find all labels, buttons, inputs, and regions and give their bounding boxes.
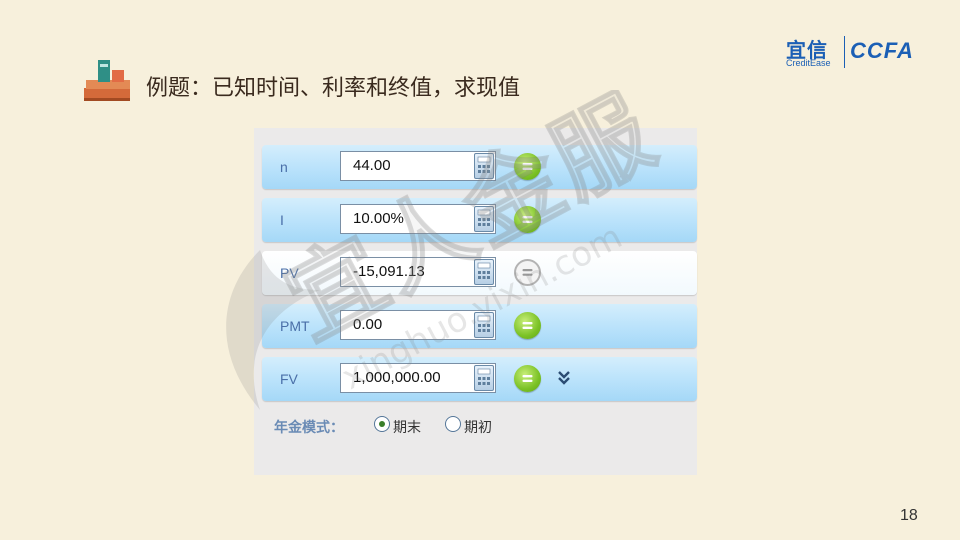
annuity-mode-label: 年金模式： xyxy=(274,420,344,436)
row-label-pmt: PMT xyxy=(280,318,310,334)
row-pv: PV -15,091.13 xyxy=(262,251,697,295)
pmt-input[interactable]: 0.00 xyxy=(340,310,496,340)
row-label-i: I xyxy=(280,212,284,228)
calculator-icon[interactable] xyxy=(474,153,494,179)
row-fv: FV 1,000,000.00 xyxy=(262,357,697,401)
row-label-n: n xyxy=(280,159,288,175)
calculator-icon[interactable] xyxy=(474,312,494,338)
radio-end-of-period[interactable] xyxy=(374,416,390,432)
radio-selected-dot xyxy=(379,421,385,427)
logo-ccfa: CCFA xyxy=(850,38,914,63)
logo-creditease-en: CreditEase xyxy=(786,58,831,68)
equals-icon[interactable] xyxy=(514,365,541,392)
radio-label-begin: 期初 xyxy=(464,420,492,436)
pv-input[interactable]: -15,091.13 xyxy=(340,257,496,287)
equals-icon[interactable] xyxy=(514,206,541,233)
page-number: 18 xyxy=(900,507,918,524)
tvm-calculator-panel: n 44.00 I 10.00% PV -15,091.13 PMT 0.00 … xyxy=(254,128,697,475)
row-i: I 10.00% xyxy=(262,198,697,242)
calculator-icon[interactable] xyxy=(474,259,494,285)
radio-label-end: 期末 xyxy=(393,420,421,436)
row-label-pv: PV xyxy=(280,265,299,281)
calculator-icon[interactable] xyxy=(474,365,494,391)
n-input[interactable]: 44.00 xyxy=(340,151,496,181)
row-n: n 44.00 xyxy=(262,145,697,189)
brand-logo: 宜信 CreditEase CCFA xyxy=(786,34,936,72)
radio-beginning-of-period[interactable] xyxy=(445,416,461,432)
row-label-fv: FV xyxy=(280,371,298,387)
logo-divider xyxy=(844,36,845,68)
equals-icon[interactable] xyxy=(514,153,541,180)
row-pmt: PMT 0.00 xyxy=(262,304,697,348)
equals-icon[interactable] xyxy=(514,259,541,286)
fv-input[interactable]: 1,000,000.00 xyxy=(340,363,496,393)
i-input[interactable]: 10.00% xyxy=(340,204,496,234)
slide-title: 例题：已知时间、利率和终值，求现值 xyxy=(146,76,521,101)
calculator-icon[interactable] xyxy=(474,206,494,232)
chevron-double-down-icon[interactable] xyxy=(556,368,572,388)
equals-icon[interactable] xyxy=(514,312,541,339)
books-icon xyxy=(84,60,130,101)
